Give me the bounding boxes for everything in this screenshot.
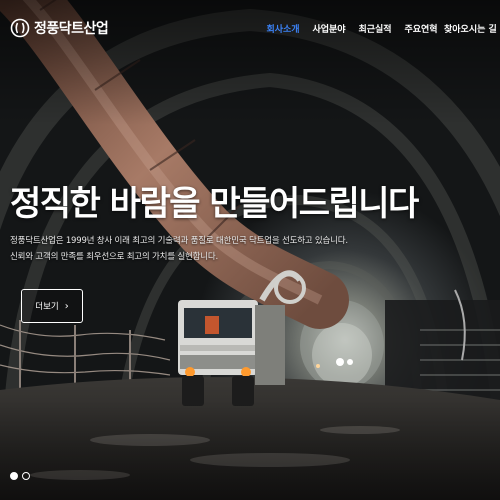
hero-description-line-1: 정풍닥트산업은 1999년 창사 이래 최고의 기술력과 품질로 대한민국 닥트… <box>10 236 348 246</box>
brand-logo[interactable]: 정풍닥트산업 <box>10 18 109 38</box>
slider-pagination <box>10 472 30 480</box>
nav-item-company[interactable]: 회사소개 <box>260 22 306 35</box>
nav-item-projects[interactable]: 최근실적 <box>352 22 398 35</box>
nav-item-business[interactable]: 사업분야 <box>306 22 352 35</box>
more-button[interactable]: 더보기 › <box>21 289 83 323</box>
slider-dot-2[interactable] <box>22 472 30 480</box>
more-button-label: 더보기 <box>35 302 59 312</box>
hero-description-line-2: 신뢰와 고객의 만족를 최우선으로 최고의 가치를 실현합니다. <box>10 252 219 262</box>
brand-name: 정풍닥트산업 <box>34 21 109 37</box>
hero-title: 정직한 바람을 만들어드립니다 <box>10 184 419 224</box>
hero-description: 정풍닥트산업은 1999년 창사 이래 최고의 기술력과 품질로 대한민국 닥트… <box>10 233 348 265</box>
chevron-right-icon: › <box>64 300 69 312</box>
nav-item-history[interactable]: 주요연혁 <box>398 22 444 35</box>
slider-dot-1[interactable] <box>10 472 18 480</box>
site-header: 정풍닥트산업 회사소개 사업분야 최근실적 주요연혁 찾아오시는 길 <box>0 0 500 62</box>
main-nav: 회사소개 사업분야 최근실적 주요연혁 찾아오시는 길 <box>260 22 497 35</box>
brand-logo-icon <box>10 18 30 38</box>
nav-item-location[interactable]: 찾아오시는 길 <box>444 22 497 35</box>
hero-stage: 정풍닥트산업 회사소개 사업분야 최근실적 주요연혁 찾아오시는 길 정직한 바… <box>0 0 500 500</box>
